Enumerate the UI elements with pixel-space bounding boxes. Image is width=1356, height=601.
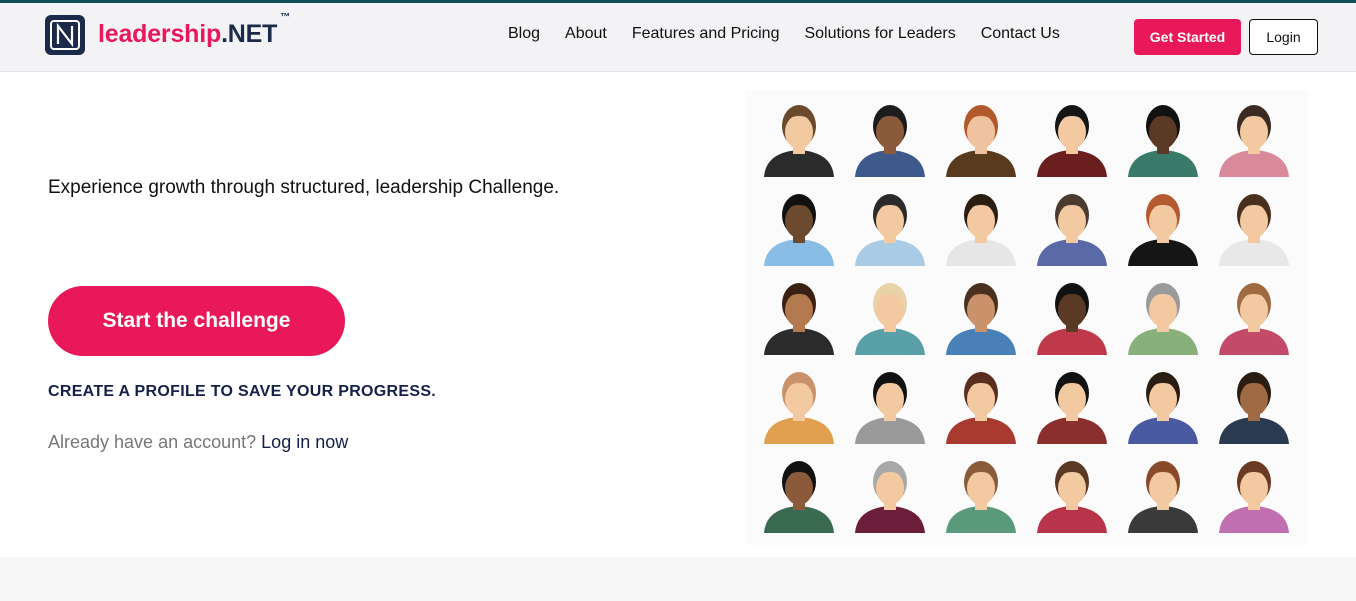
nav-contact-us[interactable]: Contact Us xyxy=(981,25,1060,43)
hero-tagline: Experience growth through structured, le… xyxy=(48,177,560,198)
hero-section: Experience growth through structured, le… xyxy=(0,72,1356,557)
avatar-grid-image xyxy=(745,90,1308,545)
avatar-person-icon xyxy=(1219,105,1289,177)
avatar-person-icon xyxy=(1037,194,1107,266)
logo-trademark: ™ xyxy=(280,12,291,24)
logo-n-icon xyxy=(50,20,80,50)
avatar-person-icon xyxy=(1219,372,1289,444)
logo-mark-icon xyxy=(45,15,85,55)
avatar-person-icon xyxy=(1128,372,1198,444)
get-started-button[interactable]: Get Started xyxy=(1134,19,1241,55)
avatar-person-icon xyxy=(855,372,925,444)
logo-brand-primary: leadership xyxy=(98,19,222,48)
avatar-grid-illustration xyxy=(764,105,1289,533)
avatar-person-icon xyxy=(946,461,1016,533)
avatar-person-icon xyxy=(764,283,834,355)
avatar-person-icon xyxy=(946,194,1016,266)
avatar-person-icon xyxy=(764,372,834,444)
profile-note: CREATE A PROFILE TO SAVE YOUR PROGRESS. xyxy=(48,383,437,400)
avatar-person-icon xyxy=(946,283,1016,355)
logo-brand-suffix: .NET xyxy=(221,19,278,48)
avatar-person-icon xyxy=(1128,461,1198,533)
account-prompt: Already have an account? Log in now xyxy=(48,432,348,453)
avatar-person-icon xyxy=(855,105,925,177)
avatar-person-icon xyxy=(1128,105,1198,177)
main-nav: Blog About Features and Pricing Solution… xyxy=(508,25,1085,43)
logo-wordmark: leadership.NET™ xyxy=(98,12,290,49)
site-logo[interactable]: leadership.NET™ xyxy=(45,12,290,55)
avatar-person-icon xyxy=(1219,194,1289,266)
start-challenge-button[interactable]: Start the challenge xyxy=(48,286,345,356)
avatar-person-icon xyxy=(1219,283,1289,355)
avatar-person-icon xyxy=(764,194,834,266)
avatar-person-icon xyxy=(764,105,834,177)
login-now-link[interactable]: Log in now xyxy=(261,432,348,452)
avatar-person-icon xyxy=(1128,194,1198,266)
avatar-person-icon xyxy=(1037,283,1107,355)
nav-about[interactable]: About xyxy=(565,25,607,43)
avatar-person-icon xyxy=(855,194,925,266)
top-navigation-bar: leadership.NET™ Blog About Features and … xyxy=(0,0,1356,72)
account-prompt-text: Already have an account? xyxy=(48,432,257,452)
nav-blog[interactable]: Blog xyxy=(508,25,540,43)
avatar-person-icon xyxy=(855,283,925,355)
avatar-person-icon xyxy=(1037,372,1107,444)
nav-features-and-pricing[interactable]: Features and Pricing xyxy=(632,25,780,43)
avatar-person-icon xyxy=(946,372,1016,444)
avatar-person-icon xyxy=(946,105,1016,177)
login-button[interactable]: Login xyxy=(1249,19,1318,55)
nav-solutions-for-leaders[interactable]: Solutions for Leaders xyxy=(804,25,955,43)
avatar-person-icon xyxy=(764,461,834,533)
avatar-person-icon xyxy=(1037,105,1107,177)
avatar-person-icon xyxy=(1128,283,1198,355)
avatar-person-icon xyxy=(1037,461,1107,533)
avatar-person-icon xyxy=(855,461,925,533)
avatar-person-icon xyxy=(1219,461,1289,533)
